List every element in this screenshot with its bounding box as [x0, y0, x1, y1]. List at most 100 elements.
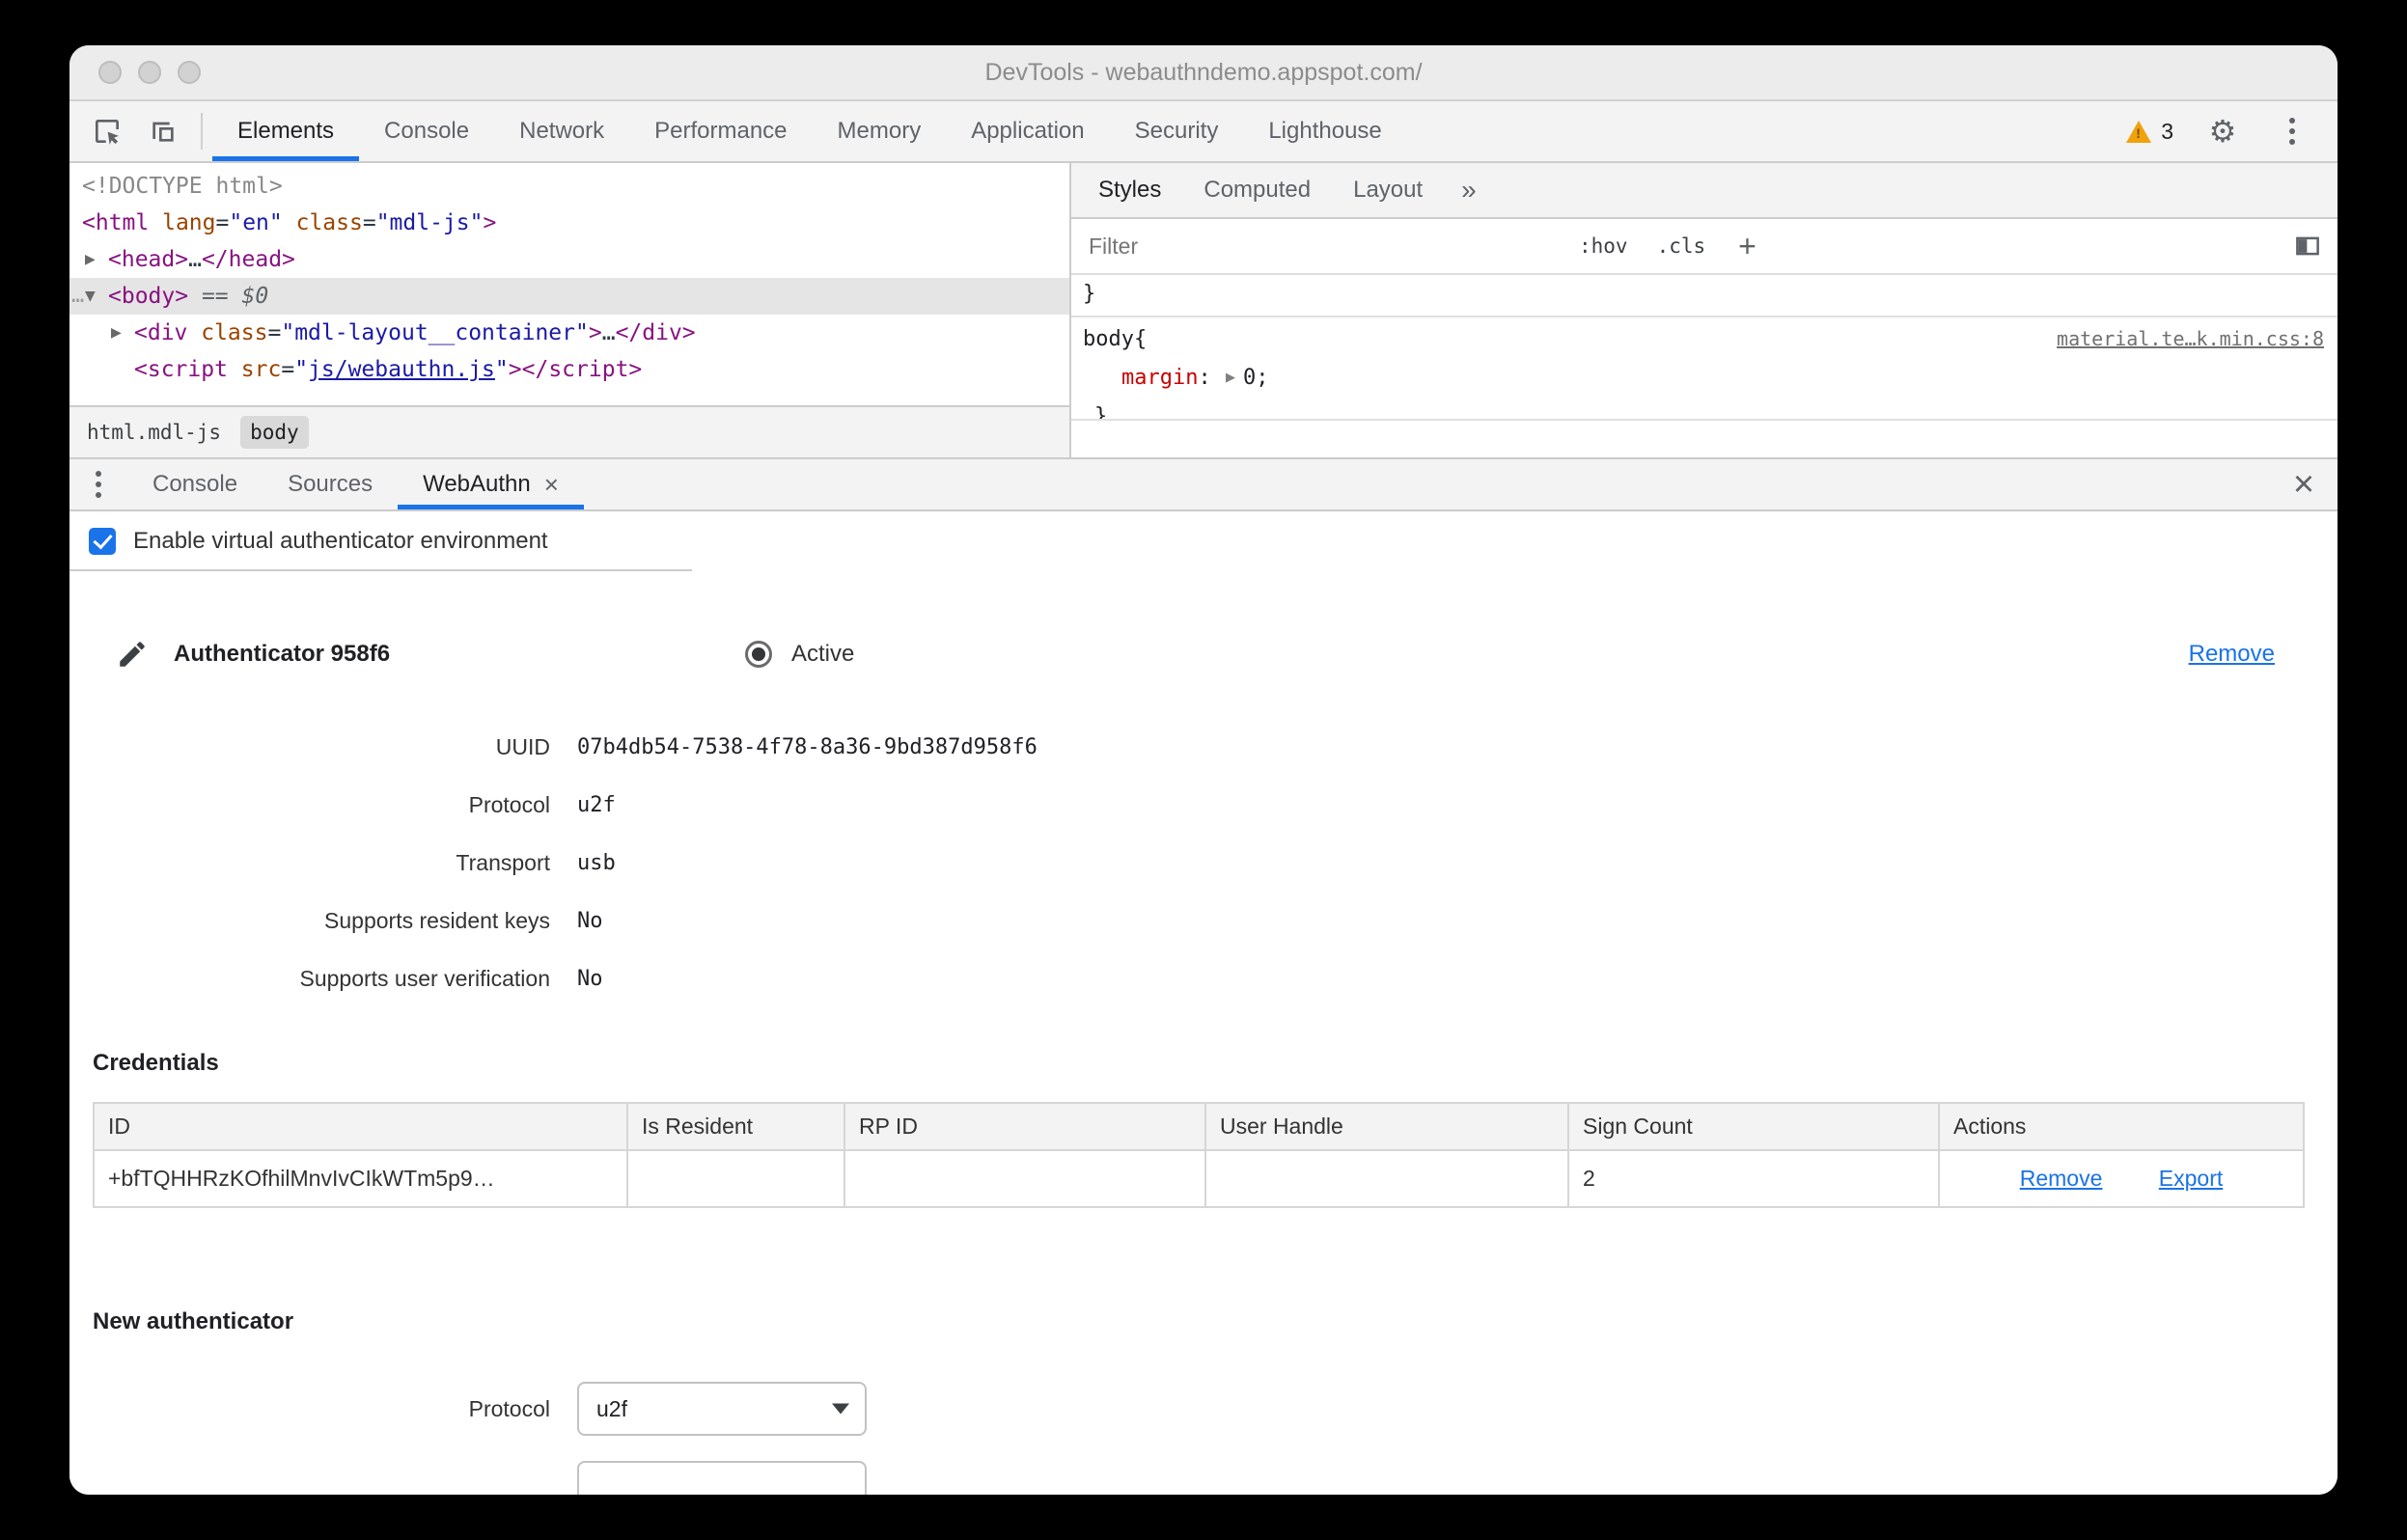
credentials-header-row: ID Is Resident RP ID User Handle Sign Co… [93, 1102, 2305, 1151]
toggle-device-toolbar-button[interactable] [135, 101, 191, 161]
enable-virtual-authenticator-checkbox[interactable] [89, 528, 116, 555]
drawer: Console Sources WebAuthn × × Enable virt… [69, 457, 2338, 1495]
code-token: > [483, 210, 497, 235]
tab-lighthouse[interactable]: Lighthouse [1243, 101, 1406, 161]
elements-panel: <!DOCTYPE html> <html lang="en" class="md… [69, 163, 1071, 457]
edit-name-button[interactable] [116, 638, 149, 671]
node-overflow-ellipsis[interactable]: … [71, 278, 86, 315]
code-token: " [294, 357, 309, 382]
field-label: Supports resident keys [324, 907, 550, 933]
authenticator-fields: UUID 07b4db54-7538-4f78-8a36-9bd387d958f… [89, 718, 2338, 1007]
authenticator-title: Authenticator 958f6 [174, 641, 391, 667]
tab-application[interactable]: Application [946, 101, 1109, 161]
css-declaration[interactable]: margin: ▶ 0; [1083, 359, 2324, 398]
tab-layout[interactable]: Layout [1332, 163, 1444, 217]
gear-icon: ⚙ [2208, 113, 2237, 150]
minimize-window-button[interactable] [138, 61, 161, 84]
code-token: class [282, 210, 363, 235]
code-token: <div [134, 320, 188, 345]
code-token: <script [134, 357, 228, 382]
tab-security[interactable]: Security [1110, 101, 1244, 161]
dom-tree-node[interactable]: <html lang="en" class="mdl-js"> [69, 205, 1069, 241]
dom-tree-node[interactable]: <script src="js/webauthn.js"></script> [69, 351, 1069, 388]
more-options-button[interactable] [2264, 128, 2320, 134]
close-drawer-button[interactable]: × [2270, 459, 2338, 509]
code-token: "en" [229, 210, 283, 235]
tab-elements[interactable]: Elements [212, 101, 360, 161]
new-style-rule-button[interactable]: + [1738, 231, 1757, 261]
field-row-uuid: UUID 07b4db54-7538-4f78-8a36-9bd387d958f… [89, 718, 2338, 776]
code-token: == [188, 284, 242, 309]
breadcrumb-body[interactable]: body [240, 416, 309, 449]
pseudo-state-toggle[interactable]: :hov [1579, 234, 1628, 258]
drawer-tab-webauthn[interactable]: WebAuthn × [398, 459, 584, 509]
disclosure-triangle-icon[interactable]: ▶ [85, 241, 96, 278]
dom-tree-node[interactable]: <!DOCTYPE html> [69, 168, 1069, 205]
toggle-sidebar-pane-button[interactable] [2293, 232, 2322, 261]
close-window-button[interactable] [98, 61, 122, 84]
dom-tree-node[interactable]: ▶ <div class="mdl-layout__container">…</d… [69, 315, 1069, 351]
warnings-badge[interactable]: 3 [2118, 119, 2181, 145]
col-actions: Actions [1938, 1102, 2305, 1151]
styles-filter-input[interactable] [1087, 232, 1550, 261]
styles-filter-bar: :hov .cls + [1071, 219, 2338, 275]
close-tab-icon[interactable]: × [544, 470, 559, 500]
dom-tree-node[interactable]: ▶ <head>…</head> [69, 241, 1069, 278]
dom-tree-node[interactable]: … ▼ <body> == $0 [69, 278, 1069, 315]
tab-computed[interactable]: Computed [1182, 163, 1332, 217]
chevron-down-icon [832, 1403, 849, 1415]
css-source-link[interactable]: material.te…k.min.css:8 [2057, 319, 2324, 358]
settings-button[interactable]: ⚙ [2195, 113, 2251, 150]
field-value: No [577, 966, 603, 991]
field-value: usb [577, 850, 616, 875]
tab-network[interactable]: Network [494, 101, 629, 161]
dom-tree: <!DOCTYPE html> <html lang="en" class="md… [69, 163, 1069, 405]
tab-performance[interactable]: Performance [629, 101, 812, 161]
partial-select[interactable] [577, 1461, 867, 1495]
code-token: $0 [241, 284, 269, 309]
warning-count: 3 [2161, 118, 2173, 144]
code-token: "mdl-layout__container" [281, 320, 589, 345]
drawer-tab-console[interactable]: Console [127, 459, 263, 509]
inspect-element-button[interactable] [79, 101, 135, 161]
breadcrumb-html[interactable]: html.mdl-js [77, 416, 231, 449]
expand-shorthand-icon[interactable]: ▶ [1226, 371, 1235, 385]
remove-credential-link[interactable]: Remove [2020, 1166, 2103, 1191]
pencil-icon [120, 642, 145, 667]
drawer-more-tools-button[interactable] [69, 459, 127, 509]
css-open-brace: { [1133, 327, 1148, 351]
more-tabs-chevron[interactable]: » [1448, 163, 1490, 217]
protocol-select[interactable]: u2f [577, 1382, 867, 1436]
css-selector[interactable]: body [1083, 320, 1134, 359]
tab-memory[interactable]: Memory [813, 101, 947, 161]
col-user-handle: User Handle [1204, 1102, 1569, 1151]
disclosure-triangle-icon[interactable]: ▶ [111, 315, 122, 351]
field-label: Supports user verification [299, 965, 550, 991]
element-classes-toggle[interactable]: .cls [1657, 234, 1706, 258]
col-id: ID [93, 1102, 628, 1151]
field-value: No [577, 908, 603, 933]
export-credential-link[interactable]: Export [2159, 1166, 2223, 1191]
new-authenticator-protocol-row: Protocol u2f [89, 1382, 2338, 1436]
css-value[interactable]: 0 [1243, 366, 1256, 390]
active-radio-button[interactable] [745, 641, 772, 668]
css-property[interactable]: margin [1121, 366, 1198, 390]
field-row-protocol: Protocol u2f [89, 776, 2338, 834]
styles-sidebar: Styles Computed Layout » :hov .cls + } [1071, 163, 2338, 457]
disclosure-triangle-icon[interactable]: ▼ [85, 278, 96, 315]
tab-console[interactable]: Console [359, 101, 494, 161]
remove-authenticator-link[interactable]: Remove [2189, 641, 2275, 668]
field-row-transport: Transport usb [89, 834, 2338, 892]
device-toolbar-icon [148, 116, 179, 147]
field-value: 07b4db54-7538-4f78-8a36-9bd387d958f6 [577, 734, 1038, 759]
styles-tab-strip: Styles Computed Layout » [1071, 163, 2338, 219]
field-row-user-verification: Supports user verification No [89, 949, 2338, 1007]
zoom-window-button[interactable] [178, 61, 201, 84]
tab-styles[interactable]: Styles [1077, 163, 1182, 217]
drawer-tab-sources[interactable]: Sources [263, 459, 398, 509]
webauthn-pane: Authenticator 958f6 Active Remove UUID 0… [69, 571, 2338, 1495]
warning-icon [2126, 120, 2152, 143]
css-colon: : [1198, 366, 1224, 390]
elements-panel-split: <!DOCTYPE html> <html lang="en" class="md… [69, 163, 2338, 457]
field-row-resident-keys: Supports resident keys No [89, 892, 2338, 949]
